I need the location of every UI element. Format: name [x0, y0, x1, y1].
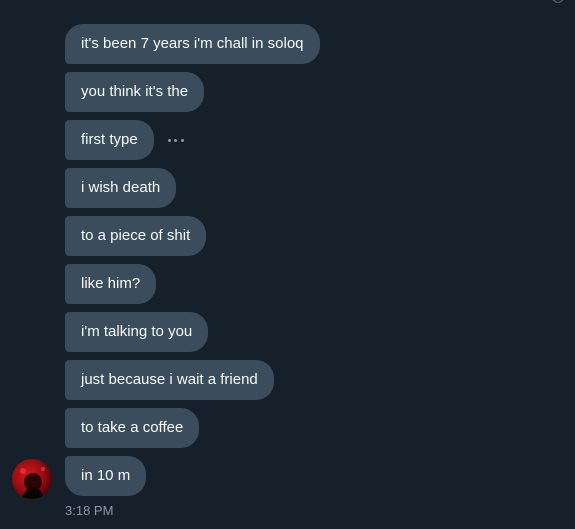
message-bubble[interactable]: it's been 7 years i'm chall in soloq	[65, 24, 320, 64]
message-row: to take a coffee	[65, 408, 320, 448]
message-row: in 10 m	[65, 456, 320, 496]
message-row: to a piece of shit	[65, 216, 320, 256]
message-row: like him?	[65, 264, 320, 304]
message-row: first type	[65, 120, 320, 160]
message-bubble[interactable]: first type	[65, 120, 154, 160]
more-options-icon[interactable]	[167, 132, 184, 148]
message-bubble[interactable]: in 10 m	[65, 456, 147, 496]
message-row: just because i wait a friend	[65, 360, 320, 400]
message-bubble[interactable]: i wish death	[65, 168, 177, 208]
message-bubble[interactable]: like him?	[65, 264, 157, 304]
message-bubble[interactable]: to take a coffee	[65, 408, 200, 448]
user-avatar[interactable]	[12, 459, 52, 499]
message-row: i wish death	[65, 168, 320, 208]
message-bubble[interactable]: just because i wait a friend	[65, 360, 274, 400]
message-row: i'm talking to you	[65, 312, 320, 352]
avatar-figure-icon	[20, 467, 45, 499]
message-timestamp: 3:18 PM	[65, 503, 114, 518]
message-bubble[interactable]: i'm talking to you	[65, 312, 209, 352]
scroll-indicator-icon	[552, 0, 564, 3]
message-row: you think it's the	[65, 72, 320, 112]
message-bubble[interactable]: to a piece of shit	[65, 216, 207, 256]
message-thread: it's been 7 years i'm chall in soloq you…	[65, 24, 320, 504]
message-bubble[interactable]: you think it's the	[65, 72, 205, 112]
message-row: it's been 7 years i'm chall in soloq	[65, 24, 320, 64]
